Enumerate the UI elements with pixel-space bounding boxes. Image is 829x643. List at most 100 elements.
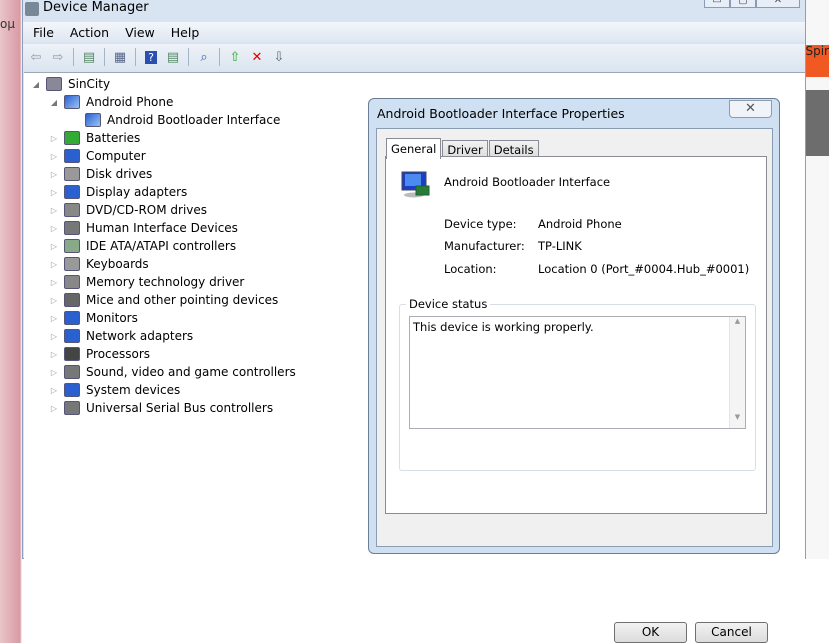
tree-item-dvd-cd-rom-drives[interactable]: ▷ DVD/CD-ROM drives <box>50 201 207 219</box>
expand-icon[interactable]: ▷ <box>50 404 58 413</box>
tree-item-memory-technology-driver[interactable]: ▷ Memory technology driver <box>50 273 244 291</box>
background-window <box>804 0 829 559</box>
device-name: Android Bootloader Interface <box>444 175 611 189</box>
close-button[interactable]: ✕ <box>756 0 800 8</box>
expand-icon[interactable]: ▷ <box>50 188 58 197</box>
tree-item-label: Android Bootloader Interface <box>107 113 281 127</box>
collapse-icon[interactable]: ◢ <box>50 98 58 107</box>
expand-icon[interactable]: ▷ <box>50 242 58 251</box>
manufacturer-label: Manufacturer: <box>444 239 525 253</box>
device-icon <box>85 113 101 127</box>
expand-icon[interactable]: ▷ <box>50 350 58 359</box>
toolbar: ⇦ ⇨ ▤ ▦ ? ▤ ⌕ ⇧ ✕ ⇩ <box>23 44 805 70</box>
device-type-label: Device type: <box>444 217 517 231</box>
tree-root-label: SinCity <box>68 77 111 91</box>
general-panel: Android Bootloader Interface Device type… <box>385 156 767 514</box>
tree-item-batteries[interactable]: ▷ Batteries <box>50 129 140 147</box>
show-hide-console-tree-icon[interactable]: ▤ <box>80 48 98 66</box>
location-label: Location: <box>444 262 497 276</box>
device-icon <box>401 171 430 198</box>
back-icon[interactable]: ⇦ <box>27 48 45 66</box>
expand-icon[interactable]: ▷ <box>50 152 58 161</box>
device-status-textbox[interactable]: This device is working properly. ▲ ▼ <box>409 316 746 429</box>
tree-item-sound-video-and-game-controllers[interactable]: ▷ Sound, video and game controllers <box>50 363 296 381</box>
tree-item-display-adapters[interactable]: ▷ Display adapters <box>50 183 187 201</box>
expand-icon[interactable]: ▷ <box>50 224 58 233</box>
menu-view[interactable]: View <box>125 25 155 40</box>
tree-root[interactable]: ◢ SinCity <box>32 75 110 93</box>
collapse-icon[interactable]: ◢ <box>32 80 40 89</box>
tree-item-network-adapters[interactable]: ▷ Network adapters <box>50 327 193 345</box>
properties-dialog: Android Bootloader Interface Properties … <box>368 98 780 643</box>
tree-item-universal-serial-bus-controllers[interactable]: ▷ Universal Serial Bus controllers <box>50 399 273 417</box>
expand-icon[interactable]: ▷ <box>50 314 58 323</box>
manufacturer-value: TP-LINK <box>538 239 582 253</box>
device-type-value: Android Phone <box>538 217 622 231</box>
background-text-right: Spir <box>805 44 829 58</box>
category-icon <box>64 347 80 361</box>
tree-item-computer[interactable]: ▷ Computer <box>50 147 146 165</box>
tree-item-monitors[interactable]: ▷ Monitors <box>50 309 138 327</box>
tab-general[interactable]: General <box>386 138 442 159</box>
tree-item-android-bootloader-interface[interactable]: Android Bootloader Interface <box>85 111 280 129</box>
category-icon <box>64 203 80 217</box>
disable-icon[interactable]: ⇩ <box>270 48 288 66</box>
menu-file[interactable]: File <box>33 25 54 40</box>
tree-item-ide-ata-atapi-controllers[interactable]: ▷ IDE ATA/ATAPI controllers <box>50 237 236 255</box>
cancel-button[interactable]: Cancel <box>695 622 768 643</box>
category-icon <box>64 221 80 235</box>
tree-item-label: Memory technology driver <box>86 275 245 289</box>
properties-icon[interactable]: ▦ <box>111 48 129 66</box>
tree-item-system-devices[interactable]: ▷ System devices <box>50 381 180 399</box>
device-status-group: Device status This device is working pro… <box>399 297 756 471</box>
tree-item-human-interface-devices[interactable]: ▷ Human Interface Devices <box>50 219 238 237</box>
category-icon <box>64 383 80 397</box>
expand-icon[interactable]: ▷ <box>50 386 58 395</box>
maximize-button[interactable]: ▢ <box>730 0 756 8</box>
tree-item-keyboards[interactable]: ▷ Keyboards <box>50 255 149 273</box>
menu-help[interactable]: Help <box>171 25 200 40</box>
scan-hardware-icon[interactable]: ⌕ <box>195 48 213 66</box>
tree-item-processors[interactable]: ▷ Processors <box>50 345 150 363</box>
expand-icon[interactable]: ▷ <box>50 332 58 341</box>
category-icon <box>64 311 80 325</box>
update-driver-icon[interactable]: ⇧ <box>226 48 244 66</box>
tree-item-label: Android Phone <box>86 95 174 109</box>
tree-item-label: Disk drives <box>86 167 153 181</box>
category-icon <box>64 365 80 379</box>
menu-action[interactable]: Action <box>70 25 109 40</box>
scrollbar[interactable]: ▲ ▼ <box>729 317 745 428</box>
tree-item-android-phone[interactable]: ◢ Android Phone <box>50 93 173 111</box>
category-icon <box>64 149 80 163</box>
category-icon <box>64 167 80 181</box>
help-icon[interactable]: ? <box>142 48 160 66</box>
forward-icon[interactable]: ⇨ <box>49 48 67 66</box>
expand-icon[interactable]: ▷ <box>50 134 58 143</box>
device-manager-icon <box>25 2 39 16</box>
expand-icon[interactable]: ▷ <box>50 260 58 269</box>
category-icon <box>64 329 80 343</box>
tree-item-mice-and-other-pointing-devices[interactable]: ▷ Mice and other pointing devices <box>50 291 278 309</box>
minimize-button[interactable]: ▭ <box>704 0 730 8</box>
expand-icon[interactable]: ▷ <box>50 368 58 377</box>
tree-item-disk-drives[interactable]: ▷ Disk drives <box>50 165 152 183</box>
tree-item-label: Keyboards <box>86 257 149 271</box>
tree-item-label: Display adapters <box>86 185 188 199</box>
expand-icon[interactable]: ▷ <box>50 206 58 215</box>
expand-icon[interactable]: ▷ <box>50 170 58 179</box>
tree-item-label: Monitors <box>86 311 138 325</box>
category-icon <box>64 401 80 415</box>
uninstall-icon[interactable]: ✕ <box>248 48 266 66</box>
ok-button[interactable]: OK <box>614 622 687 643</box>
device-status-text: This device is working properly. <box>413 320 594 334</box>
tree-item-label: Mice and other pointing devices <box>86 293 279 307</box>
dialog-close-button[interactable]: ✕ <box>729 100 772 118</box>
background-text-left: ομ <box>0 17 15 31</box>
tree-item-label: IDE ATA/ATAPI controllers <box>86 239 237 253</box>
expand-icon[interactable]: ▷ <box>50 278 58 287</box>
category-icon <box>64 185 80 199</box>
tree-item-label: System devices <box>86 383 181 397</box>
location-value: Location 0 (Port_#0004.Hub_#0001) <box>538 262 750 276</box>
expand-icon[interactable]: ▷ <box>50 296 58 305</box>
action-pane-icon[interactable]: ▤ <box>164 48 182 66</box>
